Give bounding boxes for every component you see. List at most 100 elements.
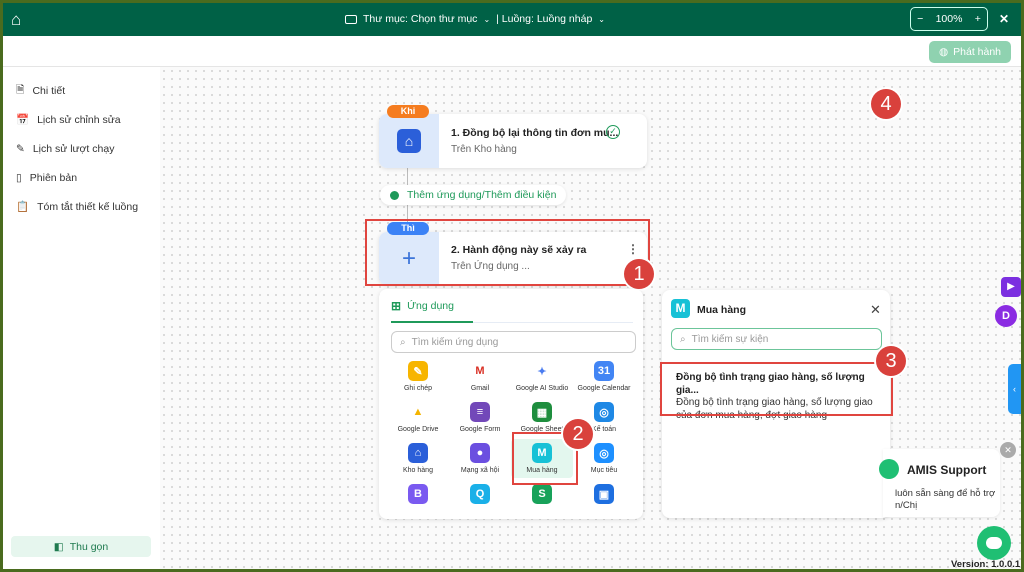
header: ⌂ Thư mục: Chọn thư mục ⌄ | Luồng: Luồng… bbox=[3, 3, 1021, 36]
sidebar-item-versions[interactable]: ▯ Phiên bản bbox=[3, 163, 160, 192]
annotation-box-3 bbox=[660, 362, 893, 416]
app-item[interactable]: M Gmail bbox=[449, 361, 511, 392]
sidebar-item-run-history[interactable]: ✎ Lịch sử lượt chạy bbox=[3, 134, 160, 163]
trigger-node[interactable]: ⌂ 1. Đồng bộ lại thông tin đơn mu... Trê… bbox=[379, 114, 647, 168]
support-title: AMIS Support bbox=[907, 463, 987, 477]
chat-icon bbox=[986, 537, 1002, 549]
close-panel-button[interactable]: ✕ bbox=[870, 302, 881, 318]
app-label: Kho hàng bbox=[403, 467, 433, 474]
zoom-control: − 100% + bbox=[910, 7, 988, 31]
app-item[interactable]: ✦ Google AI Studio bbox=[511, 361, 573, 392]
app-item[interactable]: ▣ bbox=[573, 484, 635, 508]
folder-icon bbox=[345, 14, 357, 24]
app-item[interactable]: Q bbox=[449, 484, 511, 508]
add-step-label: Thêm ứng dụng/Thêm điều kiện bbox=[407, 189, 557, 201]
app-item[interactable]: ✎ Ghi chép bbox=[387, 361, 449, 392]
search-icon: ⌕ bbox=[680, 333, 686, 345]
app-icon: ▣ bbox=[594, 484, 614, 504]
app-icon: S bbox=[532, 484, 552, 504]
collapse-label: Thu gọn bbox=[69, 540, 109, 553]
app-label: Mục tiêu bbox=[590, 467, 618, 474]
app-icon: ⌂ bbox=[408, 443, 428, 463]
chat-button[interactable] bbox=[977, 526, 1011, 560]
app-item[interactable]: 31 Google Calendar bbox=[573, 361, 635, 392]
event-search-input[interactable]: ⌕ Tìm kiếm sự kiện bbox=[671, 328, 882, 350]
sidebar-item-label: Chi tiết bbox=[32, 84, 66, 97]
event-search-placeholder: Tìm kiếm sự kiện bbox=[691, 333, 769, 345]
support-text: n/Chị bbox=[895, 500, 918, 511]
app-item[interactable]: B bbox=[387, 484, 449, 508]
app-item[interactable]: S bbox=[511, 484, 573, 508]
sidebar-item-flow-summary[interactable]: 📋 Tóm tắt thiết kế luồng bbox=[3, 192, 160, 221]
app-icon: ✦ bbox=[532, 361, 552, 381]
zoom-level: 100% bbox=[935, 13, 963, 25]
versions-icon: ▯ bbox=[16, 171, 22, 184]
close-support-button[interactable]: ✕ bbox=[1000, 442, 1016, 458]
search-icon: ⌕ bbox=[400, 336, 406, 348]
app-window: ⌂ Thư mục: Chọn thư mục ⌄ | Luồng: Luồng… bbox=[3, 3, 1021, 569]
flow-selector[interactable]: | Luồng: Luồng nháp bbox=[496, 13, 592, 25]
sidebar-item-details[interactable]: 🗎 Chi tiết bbox=[3, 76, 160, 105]
close-button[interactable]: ✕ bbox=[999, 12, 1009, 26]
collapse-button[interactable]: ◧ Thu gọn bbox=[11, 536, 151, 557]
app-icon: Q bbox=[470, 484, 490, 504]
avatar[interactable]: D bbox=[995, 305, 1017, 327]
sidebar-item-label: Tóm tắt thiết kế luồng bbox=[37, 200, 139, 213]
purchasing-app-icon: M bbox=[671, 299, 690, 318]
app-search-input[interactable]: ⌕ Tìm kiếm ứng dụng bbox=[391, 331, 636, 353]
sidebar-item-label: Phiên bản bbox=[29, 171, 78, 184]
app-item[interactable]: ▲ Google Drive bbox=[387, 402, 449, 433]
play-icon[interactable]: ▶ bbox=[1001, 277, 1021, 297]
folder-selector[interactable]: Thư mục: Chọn thư mục bbox=[363, 13, 477, 25]
check-circle-icon: ✓ bbox=[606, 125, 620, 139]
chevron-down-icon[interactable]: ⌄ bbox=[483, 15, 490, 24]
app-item[interactable]: ⌂ Kho hàng bbox=[387, 443, 449, 474]
trigger-title: 1. Đồng bộ lại thông tin đơn mu... bbox=[451, 127, 619, 139]
home-icon[interactable]: ⌂ bbox=[11, 10, 21, 30]
publish-button[interactable]: ◍ Phát hành bbox=[929, 41, 1011, 63]
app-icon: ✎ bbox=[408, 361, 428, 381]
app-icon: 31 bbox=[594, 361, 614, 381]
apps-panel: ⊞ Ứng dụng ⌕ Tìm kiếm ứng dụng ✎ Ghi chép M G… bbox=[379, 289, 643, 519]
version-label: Version: 1.0.0.1 bbox=[951, 559, 1021, 569]
annotation-badge-1: 1 bbox=[624, 259, 654, 289]
app-label: Gmail bbox=[470, 385, 490, 392]
app-item[interactable]: ● Mạng xã hội bbox=[449, 443, 511, 474]
support-widget[interactable]: AMIS Support luôn sẵn sàng để hỗ trợ n/Ch… bbox=[879, 449, 1000, 517]
events-panel-title: Mua hàng bbox=[697, 304, 746, 316]
sidebar: 🗎 Chi tiết 📅 Lịch sử chỉnh sửa ✎ Lịch sử lư… bbox=[3, 67, 160, 569]
trigger-node-icon-area: ⌂ bbox=[379, 114, 439, 168]
annotation-badge-4: 4 bbox=[871, 89, 901, 119]
calendar-clock-icon: 📅 bbox=[16, 114, 30, 126]
app-icon: ≡ bbox=[470, 402, 490, 422]
globe-icon: ◍ bbox=[938, 46, 949, 58]
apps-grid-icon: ⊞ bbox=[391, 299, 402, 313]
zoom-out-button[interactable]: − bbox=[917, 13, 923, 25]
annotation-badge-3: 3 bbox=[876, 346, 906, 376]
add-step-button[interactable]: Thêm ứng dụng/Thêm điều kiện bbox=[380, 185, 567, 205]
app-item[interactable]: ≡ Google Form bbox=[449, 402, 511, 433]
run-history-icon: ✎ bbox=[16, 142, 25, 155]
publish-label: Phát hành bbox=[953, 46, 1002, 58]
support-text: luôn sẵn sàng để hỗ trợ bbox=[895, 488, 996, 499]
tab-underline bbox=[391, 321, 473, 323]
zoom-in-button[interactable]: + bbox=[975, 13, 981, 25]
trigger-tag: Khi bbox=[387, 105, 429, 118]
app-label: Google Calendar bbox=[577, 385, 631, 392]
app-label: Mạng xã hội bbox=[460, 467, 500, 474]
app-search-placeholder: Tìm kiếm ứng dụng bbox=[411, 336, 499, 348]
app-label: Google AI Studio bbox=[515, 385, 569, 392]
app-icon: ◎ bbox=[594, 402, 614, 422]
chevron-down-icon[interactable]: ⌄ bbox=[598, 15, 605, 24]
app-icon: B bbox=[408, 484, 428, 504]
toolbar: ◍ Phát hành bbox=[3, 36, 1021, 67]
app-label: Ghi chép bbox=[403, 385, 433, 392]
annotation-box-1 bbox=[365, 219, 650, 286]
app-icon: ◎ bbox=[594, 443, 614, 463]
expand-panel-handle[interactable]: ‹ bbox=[1008, 364, 1021, 414]
sidebar-item-edit-history[interactable]: 📅 Lịch sử chỉnh sửa bbox=[3, 105, 160, 134]
plus-circle-icon bbox=[390, 190, 399, 200]
tab-apps[interactable]: ⊞ Ứng dụng bbox=[391, 299, 454, 313]
support-logo-icon bbox=[879, 459, 899, 479]
document-icon: 🗎 bbox=[16, 83, 25, 96]
